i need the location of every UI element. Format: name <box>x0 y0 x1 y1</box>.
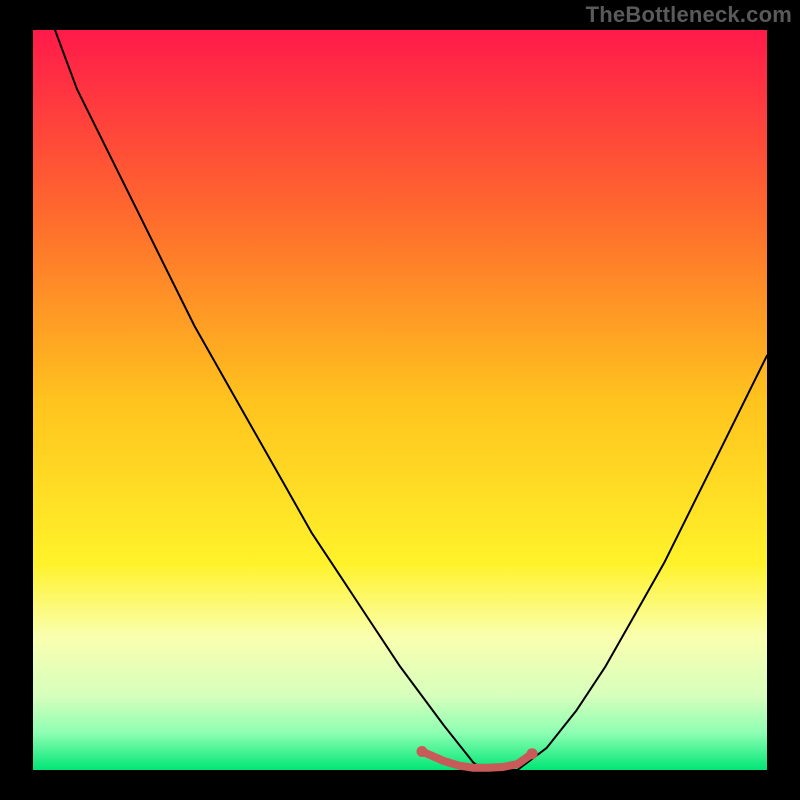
watermark-label: TheBottleneck.com <box>586 2 792 28</box>
plot-background <box>33 30 767 770</box>
valley-marker-dot <box>417 746 428 757</box>
valley-marker-dot <box>527 748 538 759</box>
chart-container: TheBottleneck.com <box>0 0 800 800</box>
bottleneck-chart <box>0 0 800 800</box>
